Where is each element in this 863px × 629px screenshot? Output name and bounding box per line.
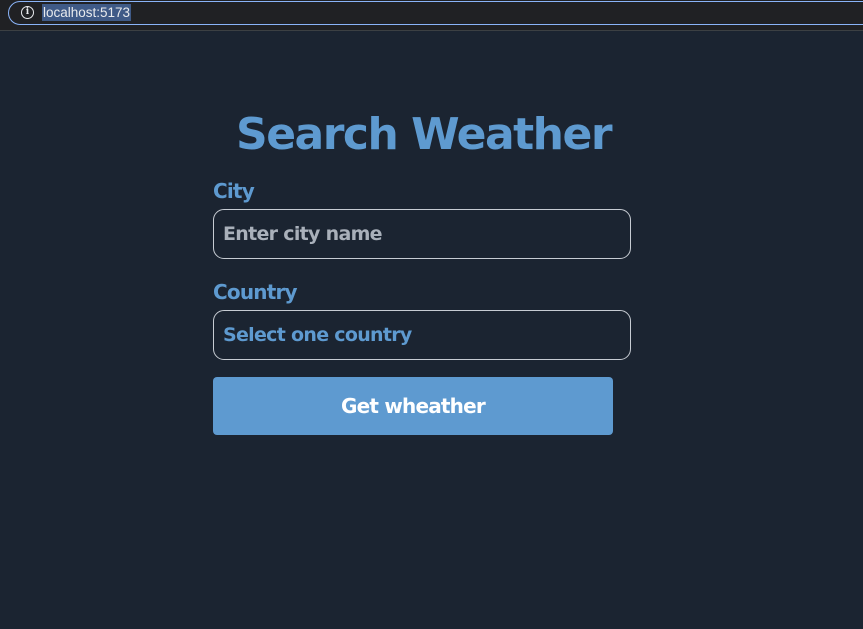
get-weather-button[interactable]: Get wheather [213, 377, 613, 435]
weather-search-page: Search Weather City Country Select one c… [0, 31, 863, 629]
city-label: City [213, 179, 255, 203]
info-icon[interactable]: i [21, 6, 34, 19]
city-input[interactable] [213, 209, 631, 259]
address-bar[interactable]: i localhost:5173 [8, 1, 863, 25]
url-text[interactable]: localhost:5173 [42, 4, 132, 21]
page-title: Search Weather [236, 109, 613, 160]
country-label: Country [213, 280, 298, 304]
country-select[interactable]: Select one country [213, 310, 631, 360]
browser-toolbar: i localhost:5173 [0, 0, 863, 31]
